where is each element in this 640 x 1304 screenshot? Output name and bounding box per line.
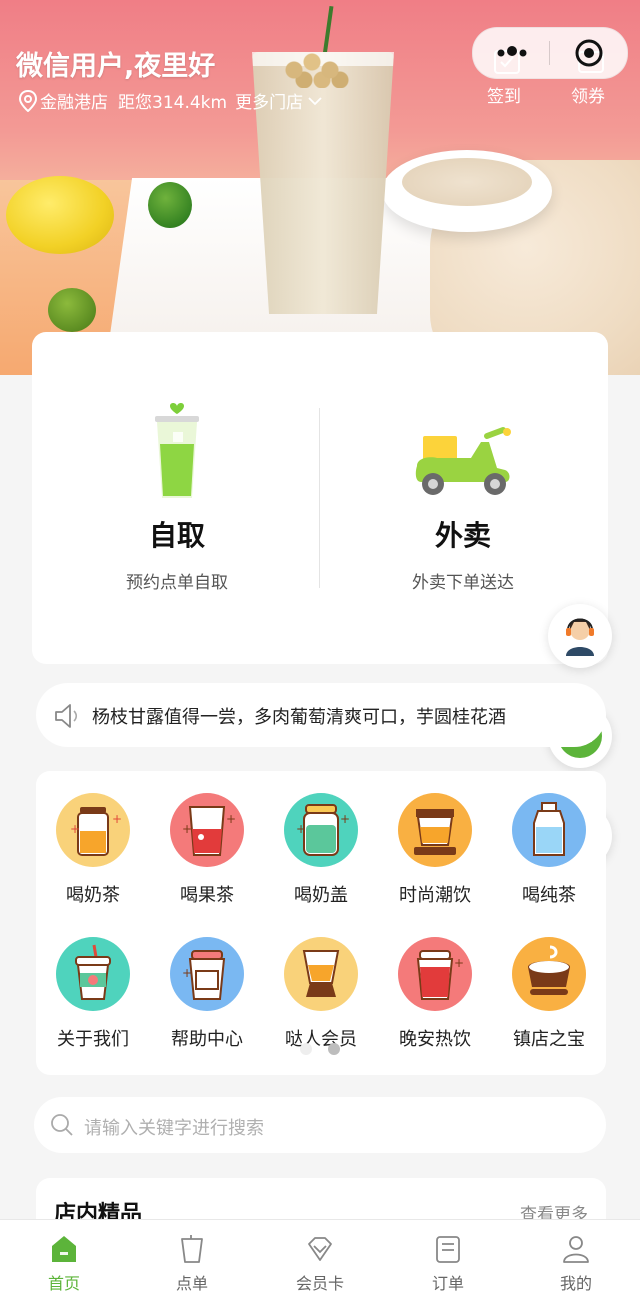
tab-label: 点单	[175, 1274, 208, 1293]
category-label: 哒人会员	[285, 1029, 357, 1050]
svg-text:+: +	[70, 822, 80, 836]
more-options-icon[interactable]	[495, 44, 529, 62]
speaker-icon	[55, 704, 78, 728]
more-stores-link[interactable]: 更多门店	[235, 88, 303, 113]
bottom-tab-bar: 首页 点单 会员卡 订单 我的	[0, 1219, 640, 1304]
store-name: 金融港店	[40, 93, 108, 113]
category-pure-tea[interactable]: 喝纯茶	[492, 793, 606, 907]
category-label: 关于我们	[57, 1029, 129, 1050]
category-trendy-drink[interactable]: 时尚潮饮	[378, 793, 492, 907]
pickup-cup-icon	[155, 403, 199, 498]
category-label: 喝果茶	[180, 885, 234, 906]
customer-service-icon	[566, 618, 594, 656]
pager-dot[interactable]	[300, 1043, 312, 1055]
help-center-icon: +	[170, 937, 244, 1011]
svg-text:+: +	[226, 812, 236, 826]
coupon-label[interactable]: 领券	[571, 82, 605, 107]
tab-label: 首页	[47, 1274, 80, 1293]
store-distance: 距您314.4km	[118, 93, 228, 113]
signature-drink-icon	[512, 937, 586, 1011]
category-label: 帮助中心	[171, 1029, 243, 1050]
tab-member-card[interactable]: 会员卡	[256, 1220, 384, 1304]
notice-bar[interactable]: 杨枝甘露值得一尝，多肉葡萄清爽可口，芋圆桂花酒	[36, 683, 606, 747]
search-placeholder: 请输入关键字进行搜索	[84, 1118, 264, 1139]
delivery-title: 外卖	[434, 519, 491, 552]
pager-dot-active[interactable]	[328, 1043, 340, 1055]
close-miniprogram-icon[interactable]	[574, 38, 604, 68]
hot-drink-icon: +	[398, 937, 472, 1011]
category-cheese-foam[interactable]: + + 喝奶盖	[264, 793, 378, 907]
category-label: 镇店之宝	[513, 1029, 585, 1050]
search-bar[interactable]: 请输入关键字进行搜索	[34, 1097, 606, 1153]
delivery-subtitle: 外卖下单送达	[412, 573, 514, 593]
delivery-option[interactable]: 外卖 外卖下单送达	[348, 402, 578, 593]
tab-profile[interactable]: 我的	[512, 1220, 640, 1304]
store-selector[interactable]: 金融港店 距您314.4km 更多门店	[18, 88, 323, 113]
svg-text:+: +	[182, 966, 192, 980]
tab-label: 会员卡	[295, 1274, 344, 1293]
svg-text:+: +	[454, 956, 464, 970]
miniprogram-capsule	[472, 27, 628, 79]
tab-orders[interactable]: 订单	[384, 1220, 512, 1304]
capsule-divider	[549, 41, 550, 65]
pickup-title: 自取	[148, 519, 205, 552]
customer-service-button[interactable]	[548, 604, 612, 668]
category-signature-drink[interactable]: 镇店之宝	[492, 937, 606, 1051]
notice-text: 杨枝甘露值得一尝，多肉葡萄清爽可口，芋圆桂花酒	[92, 707, 506, 728]
category-label: 喝奶盖	[294, 885, 348, 906]
category-grid: ++ 喝奶茶 ++ 喝果茶 ++ 喝奶盖 时尚潮饮 喝纯茶 关于我们 +	[36, 771, 606, 1075]
tab-order[interactable]: 点单	[128, 1220, 256, 1304]
category-label: 晚安热饮	[399, 1029, 471, 1050]
category-help-center[interactable]: + 帮助中心	[150, 937, 264, 1051]
chevron-down-icon	[308, 96, 322, 105]
category-about-us[interactable]: 关于我们	[36, 937, 150, 1051]
home-icon	[52, 1236, 76, 1262]
pickup-option[interactable]: 自取 预约点单自取	[62, 402, 292, 593]
banner-pearls	[282, 40, 352, 88]
category-label: 时尚潮饮	[399, 885, 471, 906]
svg-text:+: +	[296, 822, 306, 836]
service-divider	[319, 408, 320, 588]
order-icon	[436, 1236, 460, 1263]
banner-powder-bowl	[382, 150, 552, 232]
tab-label: 我的	[559, 1274, 592, 1293]
pickup-subtitle: 预约点单自取	[126, 573, 228, 593]
delivery-scooter-icon	[415, 427, 511, 495]
svg-text:+: +	[112, 812, 122, 826]
svg-text:+: +	[340, 812, 350, 826]
tab-home[interactable]: 首页	[0, 1220, 128, 1304]
checkin-label[interactable]: 签到	[487, 82, 521, 107]
trendy-drink-icon	[398, 793, 472, 867]
pure-tea-icon	[512, 793, 586, 867]
milk-tea-icon: + +	[56, 793, 130, 867]
banner-lemon	[6, 176, 114, 254]
category-fruit-tea[interactable]: + + 喝果茶	[150, 793, 264, 907]
service-card: 自取 预约点单自取 外卖 外卖下单送达	[32, 332, 608, 664]
member-card-icon	[308, 1237, 332, 1261]
tab-label: 订单	[431, 1274, 464, 1293]
category-hot-drink[interactable]: + 晚安热饮	[378, 937, 492, 1051]
cup-icon	[181, 1235, 203, 1263]
member-icon	[284, 937, 358, 1011]
location-pin-icon	[18, 89, 38, 112]
category-milk-tea[interactable]: + + 喝奶茶	[36, 793, 150, 907]
category-label: 喝奶茶	[66, 885, 120, 906]
search-icon	[51, 1114, 73, 1136]
banner-lime	[48, 288, 96, 332]
cheese-foam-icon: + +	[284, 793, 358, 867]
user-icon	[563, 1236, 589, 1263]
category-member[interactable]: 哒人会员	[264, 937, 378, 1051]
about-us-icon	[56, 937, 130, 1011]
category-label: 喝纯茶	[522, 885, 576, 906]
greeting-text: 微信用户,夜里好	[16, 51, 216, 82]
fruit-tea-icon: + +	[170, 793, 244, 867]
banner-lime	[148, 182, 192, 228]
svg-text:+: +	[182, 822, 192, 836]
